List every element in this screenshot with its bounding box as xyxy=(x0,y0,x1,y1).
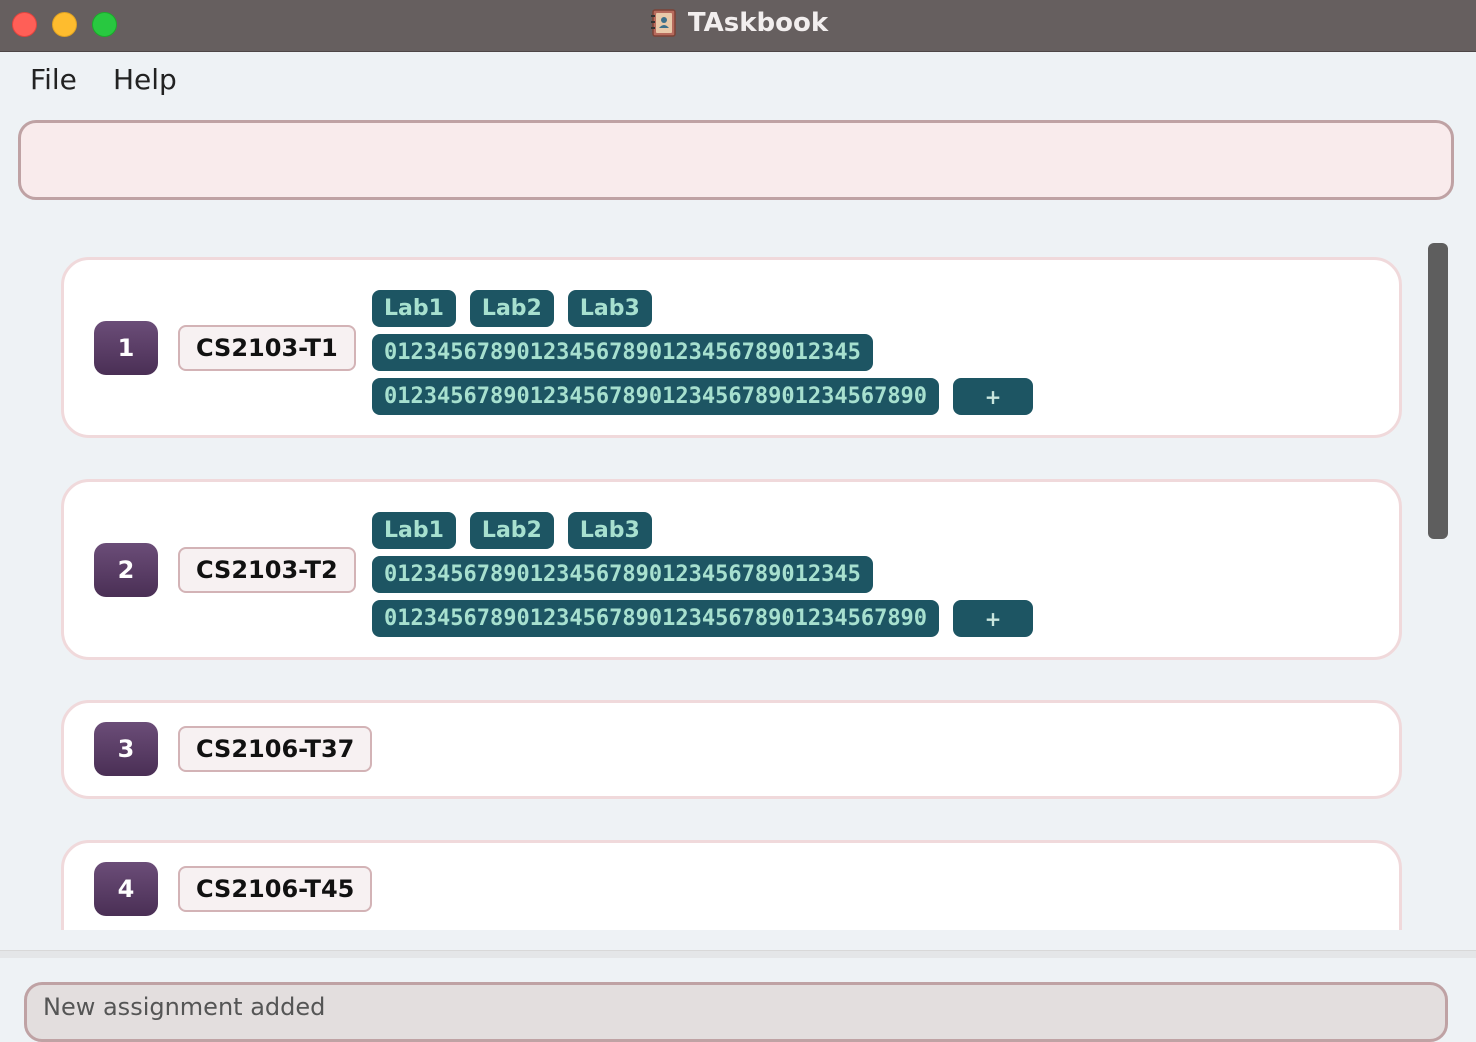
tag: Lab2 xyxy=(469,290,554,327)
tag: 012345678901234567890123456789012345 xyxy=(372,334,873,371)
address-book-icon xyxy=(650,9,676,37)
group-card[interactable]: 2 CS2103-T2 Lab1 Lab2 Lab3 0123456789012… xyxy=(61,479,1402,660)
tag: Lab3 xyxy=(567,512,652,549)
window-title: TAskbook xyxy=(687,8,829,38)
group-tags: Lab1 Lab2 Lab3 0123456789012345678901234… xyxy=(372,512,1132,644)
tag: Lab1 xyxy=(372,290,456,327)
group-card[interactable]: 4 CS2106-T45 xyxy=(61,840,1402,930)
group-tags: Lab1 Lab2 Lab3 0123456789012345678901234… xyxy=(372,290,1132,422)
group-index-badge: 3 xyxy=(94,722,158,776)
group-index-badge: 4 xyxy=(94,862,158,916)
group-name: CS2103-T2 xyxy=(178,547,356,593)
tag: 0123456789012345678901234567890123456789… xyxy=(372,600,940,637)
menu-help[interactable]: Help xyxy=(113,63,177,96)
add-tag-button[interactable]: + xyxy=(953,378,1034,415)
group-index-badge: 1 xyxy=(94,321,158,375)
result-message: New assignment added xyxy=(43,993,326,1021)
list-scrollbar[interactable] xyxy=(1428,243,1448,539)
tag: 0123456789012345678901234567890123456789… xyxy=(372,378,940,415)
result-display: New assignment added xyxy=(24,982,1448,1042)
group-card[interactable]: 1 CS2103-T1 Lab1 Lab2 Lab3 0123456789012… xyxy=(61,257,1402,438)
tag: Lab1 xyxy=(372,512,456,549)
tag: Lab2 xyxy=(469,512,554,549)
group-index-badge: 2 xyxy=(94,543,158,597)
group-name: CS2106-T37 xyxy=(178,726,373,772)
menu-bar: File Help xyxy=(0,53,1476,109)
group-card[interactable]: 3 CS2106-T37 xyxy=(61,700,1402,799)
tag: 012345678901234567890123456789012345 xyxy=(372,556,873,593)
group-name: CS2106-T45 xyxy=(178,866,373,912)
tag: Lab3 xyxy=(567,290,652,327)
status-divider xyxy=(0,950,1476,958)
group-name: CS2103-T1 xyxy=(178,325,356,371)
window-titlebar: TAskbook xyxy=(0,0,1476,52)
command-input[interactable] xyxy=(18,120,1454,200)
menu-file[interactable]: File xyxy=(30,63,77,96)
add-tag-button[interactable]: + xyxy=(953,600,1034,637)
group-list: 1 CS2103-T1 Lab1 Lab2 Lab3 0123456789012… xyxy=(0,214,1476,930)
